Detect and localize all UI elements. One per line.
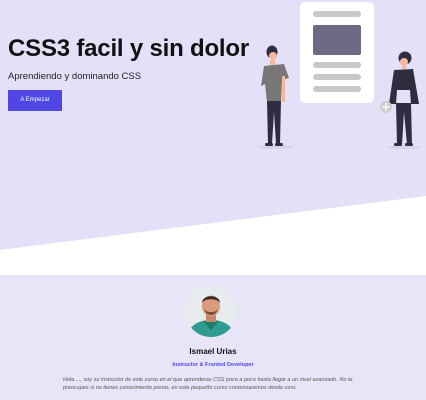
start-button[interactable]: A Empezar [8,90,62,111]
avatar-portrait [185,285,237,337]
hero-title: CSS3 facil y sin dolor [8,35,250,62]
hero-subtitle: Aprendiendo y dominando CSS [8,71,142,82]
hero-illustration [257,2,420,149]
instructor-name: Ismael Urias [189,347,237,356]
person-right-figure [380,51,419,146]
instructor-role: Instructor & Fronted Developer [172,362,254,368]
instructor-avatar [185,285,237,337]
instructor-section: Ismael Urias Instructor & Fronted Develo… [0,275,426,400]
person-left-figure [261,45,289,146]
instructor-bio: Hola...., soy su instructor de este curs… [63,377,353,391]
hero-section: CSS3 facil y sin dolor Aprendiendo y dom… [0,0,426,275]
